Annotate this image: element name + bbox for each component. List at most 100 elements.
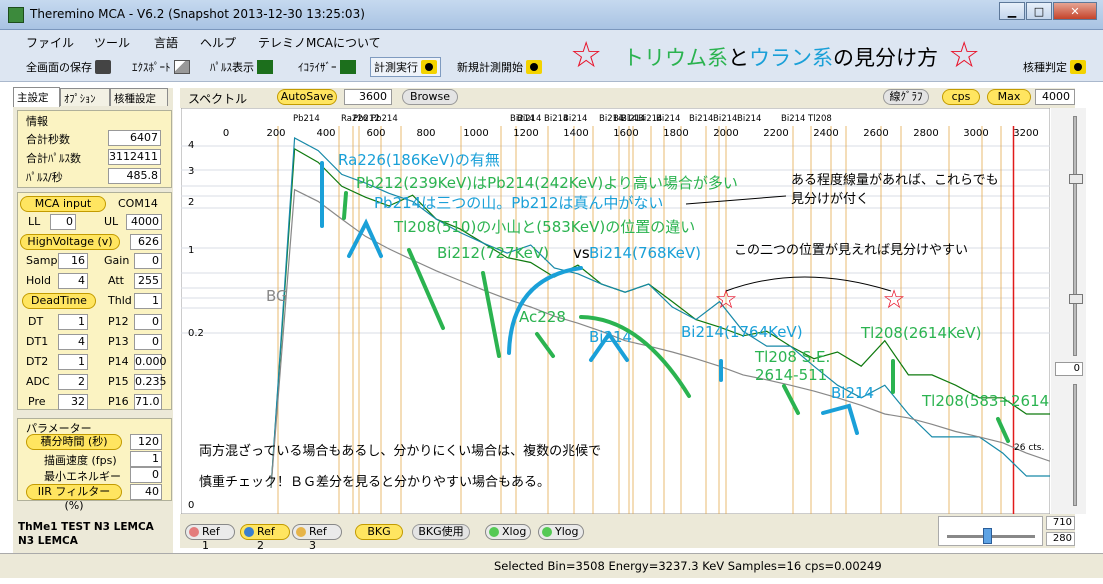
mca-input-button[interactable]: MCA input	[20, 196, 106, 212]
ref2-button[interactable]: Ref 2	[240, 524, 290, 552]
measure-run-label: 計測実行	[374, 61, 418, 74]
thld-value[interactable]: 1	[134, 293, 162, 309]
window-controls: ▁ □ ✕	[998, 2, 1097, 20]
samp-value[interactable]: 16	[58, 253, 88, 269]
att-value[interactable]: 255	[134, 273, 162, 289]
deadtime-button[interactable]: DeadTime	[22, 293, 96, 309]
bkg-use-button[interactable]: BKG使用	[412, 524, 470, 540]
measure-run-button[interactable]: 計測実行	[370, 57, 441, 77]
radiation-icon-2	[526, 60, 542, 74]
cps-button[interactable]: cps	[942, 89, 980, 105]
tab-nuclide-settings[interactable]: 核種設定	[110, 88, 168, 106]
x-tick-label: 400	[316, 128, 335, 139]
zoom-slider-thumb[interactable]	[983, 528, 992, 544]
ylog-button[interactable]: Ylog	[538, 524, 584, 540]
pb212-arrow	[342, 191, 348, 220]
spectrum-chart[interactable]: 0 200 400 600 800 1000 1200 1400 1600 1800 2000 220…	[181, 108, 1050, 514]
menu-language[interactable]: 言語	[154, 34, 178, 51]
draw-speed-value[interactable]: 1	[130, 451, 162, 467]
att-label: Att	[108, 274, 124, 287]
ul-label: UL	[104, 215, 119, 228]
ll-label: LL	[28, 215, 41, 228]
dt1-value[interactable]: 4	[58, 334, 88, 350]
ref1-dot-icon	[189, 527, 199, 537]
menu-tools[interactable]: ツール	[94, 34, 130, 51]
menu-file[interactable]: ファイル	[26, 34, 74, 51]
high-voltage-button[interactable]: HighVoltage (v)	[20, 234, 120, 250]
iir-filter-value[interactable]: 40	[130, 484, 162, 500]
save-screen-button[interactable]: 全画面の保存	[26, 59, 111, 75]
lower-slider-track[interactable]	[1073, 384, 1077, 506]
integration-time-button[interactable]: 積分時間 (秒)	[26, 434, 122, 450]
pre-value[interactable]: 32	[58, 394, 88, 410]
slider-top-value[interactable]: 710	[1046, 516, 1075, 530]
nuclide-id-button[interactable]: 核種判定	[1023, 59, 1086, 75]
line-graph-button[interactable]: 線ｸﾞﾗﾌ	[883, 89, 929, 105]
banner-how: の見分け方	[833, 46, 938, 70]
ref3-dot-icon	[296, 527, 306, 537]
menu-about[interactable]: テレミノMCAについて	[258, 34, 381, 51]
max-button[interactable]: Max	[987, 89, 1031, 105]
y-tick-label: 0	[188, 500, 194, 511]
tab-main-settings[interactable]: 主設定	[13, 87, 60, 107]
iir-filter-button[interactable]: IIR フィルター (%)	[26, 484, 122, 512]
red-star-right-icon: ☆	[948, 35, 981, 76]
autosave-button[interactable]: AutoSave	[277, 89, 337, 105]
dt-label: DT	[28, 315, 44, 328]
thld-label: Thld	[108, 294, 132, 307]
pulse-display-button[interactable]: ﾊﾟﾙｽ表示	[210, 59, 273, 75]
chart-annotation: 26 cts.	[1014, 443, 1044, 453]
p14-value[interactable]: 0.000	[134, 354, 167, 370]
ref1-button[interactable]: Ref 1	[185, 524, 235, 552]
camera-icon	[95, 60, 111, 74]
export-button[interactable]: ｴｸｽﾎﾟｰﾄ	[132, 59, 190, 75]
high-voltage-value[interactable]: 626	[130, 234, 162, 250]
maximize-button[interactable]: □	[1026, 2, 1052, 20]
chart-annotation: Bi214	[831, 384, 874, 402]
x-tick-label: 2000	[713, 128, 738, 139]
new-measure-button[interactable]: 新規計測開始	[457, 59, 542, 75]
zoom-slider[interactable]	[938, 516, 1043, 546]
min-energy-value[interactable]: 0	[130, 467, 162, 483]
autosave-interval[interactable]: 3600	[344, 89, 392, 105]
ref3-button[interactable]: Ref 3	[292, 524, 342, 552]
hold-value[interactable]: 4	[58, 273, 88, 289]
dt2-value[interactable]: 1	[58, 354, 88, 370]
ref3-label: Ref 3	[309, 525, 327, 552]
gain-value[interactable]: 0	[134, 253, 162, 269]
adc-value[interactable]: 2	[58, 374, 88, 390]
xlog-button[interactable]: Xlog	[485, 524, 531, 540]
xlog-label: Xlog	[502, 525, 527, 538]
x-tick-label: 1400	[563, 128, 588, 139]
upper-slider-thumb[interactable]	[1069, 174, 1083, 184]
minimize-button[interactable]: ▁	[999, 2, 1025, 20]
max-value[interactable]: 4000	[1035, 89, 1075, 105]
p15-value[interactable]: 0.235	[134, 374, 167, 390]
slider-bottom-value[interactable]: 280	[1046, 532, 1075, 546]
p16-value[interactable]: 71.0	[134, 394, 162, 410]
dt-value[interactable]: 1	[58, 314, 88, 330]
integration-time-value[interactable]: 120	[130, 434, 162, 450]
p13-value[interactable]: 0	[134, 334, 162, 350]
p12-value[interactable]: 0	[134, 314, 162, 330]
pulse-wave-icon	[257, 60, 273, 74]
ul-value[interactable]: 4000	[126, 214, 162, 230]
browse-button[interactable]: Browse	[402, 89, 458, 105]
chart-annotation: Tl208(583+2614)	[921, 392, 1050, 410]
upper-slider-track[interactable]	[1073, 116, 1077, 356]
tab-options[interactable]: ｵﾌﾟｼｮﾝ	[60, 88, 110, 106]
x-tick-label: 2400	[813, 128, 838, 139]
export-label: ｴｸｽﾎﾟｰﾄ	[132, 61, 171, 74]
menu-help[interactable]: ヘルプ	[200, 34, 236, 51]
right-value[interactable]: 0	[1055, 362, 1083, 376]
com-port[interactable]: COM14	[118, 197, 158, 210]
hold-label: Hold	[26, 274, 52, 287]
middle-slider-thumb[interactable]	[1069, 294, 1083, 304]
info-group: 情報 合計秒数 6407 合計ﾊﾟﾙｽ数 3112411 ﾊﾟﾙｽ/秒 485.…	[17, 110, 172, 188]
close-button[interactable]: ✕	[1053, 2, 1097, 20]
bkg-button[interactable]: BKG	[355, 524, 403, 540]
pre-label: Pre	[28, 395, 46, 408]
x-tick-label: 600	[366, 128, 385, 139]
equalizer-button[interactable]: ｲｺﾗｲｻﾞｰ	[298, 59, 356, 75]
ll-value[interactable]: 0	[50, 214, 76, 230]
